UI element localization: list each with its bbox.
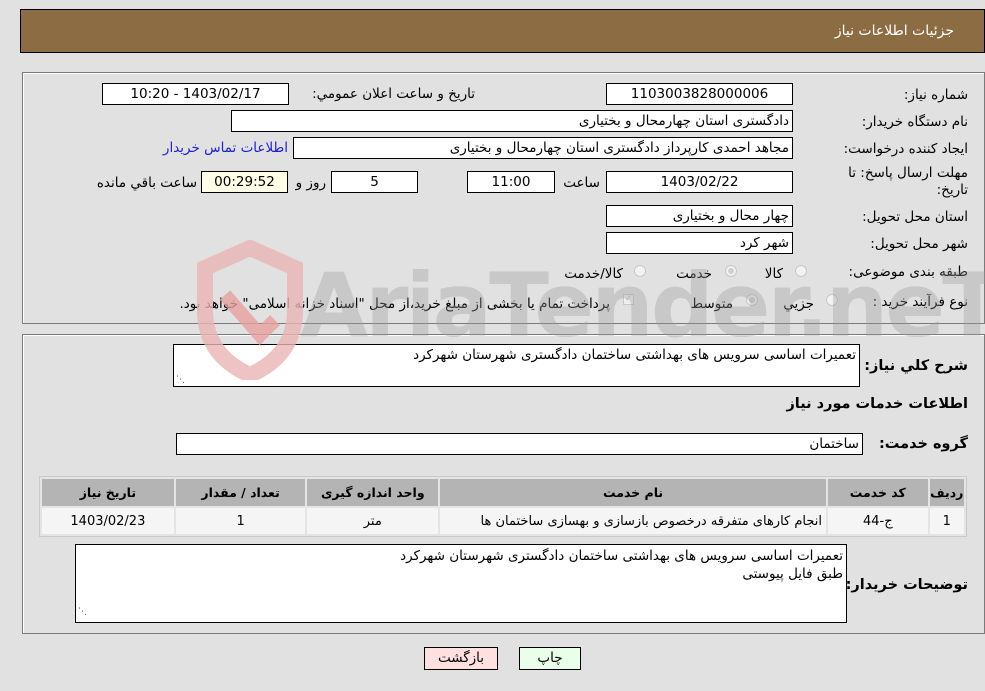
cell-quantity: 1 <box>175 508 306 534</box>
buyer-notes-textarea[interactable]: تعمیرات اساسی سرویس های بهداشتی ساختمان … <box>75 544 847 623</box>
deadline-label: مهلت ارسال پاسخ: تا تاریخ: <box>848 165 968 198</box>
resize-grip-icon[interactable]: ⋰ <box>176 375 185 385</box>
col-unit: واحد اندازه گیری <box>307 479 439 506</box>
cell-unit: متر <box>307 508 439 534</box>
summary-text: تعمیرات اساسی سرویس های بهداشتی ساختمان … <box>413 347 856 363</box>
category-radio-service[interactable] <box>725 265 737 277</box>
col-quantity: تعداد / مقدار <box>175 479 306 506</box>
col-service-code: کد خدمت <box>827 479 928 506</box>
back-button[interactable]: بازگشت <box>424 647 498 670</box>
need-number-field: 1103003828000006 <box>606 83 793 105</box>
cell-row-number: 1 <box>929 508 964 534</box>
creator-field: مجاهد احمدی کارپرداز دادگستری استان چهار… <box>293 137 793 159</box>
announce-datetime-field: 1403/02/17 - 10:20 <box>102 83 289 105</box>
col-row-number: ردیف <box>929 479 964 506</box>
buyer-contact-link[interactable]: اطلاعات تماس خریدار <box>163 140 288 156</box>
treasury-note: پرداخت تمام یا بخشی از مبلغ خرید،از محل … <box>179 296 610 312</box>
deadline-time-field: 11:00 <box>467 171 555 193</box>
category-radio-goods-service[interactable] <box>634 265 646 277</box>
process-option-minor: جزيي <box>783 296 814 312</box>
summary-label: شرح کلي نیاز: <box>864 358 968 374</box>
buyer-notes-line-2: طبق فایل پیوستی <box>742 566 843 582</box>
table-row: 1 ج-44 انجام کارهای متفرقه درخصوص بازساز… <box>42 508 964 534</box>
services-section-title: اطلاعات خدمات مورد نیاز <box>786 396 968 412</box>
process-radio-minor[interactable] <box>826 294 838 306</box>
province-field: چهار محال و بختیاری <box>606 205 793 227</box>
category-radio-goods[interactable] <box>795 265 807 277</box>
deadline-date-field: 1403/02/22 <box>606 171 793 193</box>
cell-need-date: 1403/02/23 <box>42 508 174 534</box>
buyer-notes-label: توضیحات خریدار: <box>845 577 968 593</box>
process-radio-medium[interactable] <box>746 294 758 306</box>
days-label: روز و <box>295 175 326 191</box>
cell-service-name: انجام کارهای متفرقه درخصوص بازسازی و بهس… <box>440 508 826 534</box>
resize-grip-icon[interactable]: ⋰ <box>78 603 87 621</box>
service-group-field: ساختمان <box>176 433 863 455</box>
city-label: شهر محل تحویل: <box>870 236 968 252</box>
process-option-medium: متوسط <box>690 296 733 312</box>
col-need-date: تاریخ نیاز <box>42 479 174 506</box>
process-type-label: نوع فرآیند خرید : <box>872 294 968 310</box>
category-option-goods: کالا <box>764 266 783 282</box>
city-field: شهر کرد <box>606 232 793 254</box>
print-button[interactable]: چاپ <box>519 647 581 670</box>
table-header-row: ردیف کد خدمت نام خدمت واحد اندازه گیری ت… <box>42 479 964 506</box>
creator-label: ایجاد کننده درخواست: <box>843 141 968 157</box>
province-label: استان محل تحویل: <box>862 209 968 225</box>
page-header: جزئیات اطلاعات نیاز <box>20 9 985 53</box>
buyer-org-label: نام دستگاه خریدار: <box>861 114 968 130</box>
deadline-time-label: ساعت <box>563 175 600 191</box>
page-title: جزئیات اطلاعات نیاز <box>834 23 954 39</box>
days-remaining-field: 5 <box>331 171 418 193</box>
cell-service-code: ج-44 <box>827 508 928 534</box>
services-table: ردیف کد خدمت نام خدمت واحد اندازه گیری ت… <box>39 476 967 537</box>
category-option-service: خدمت <box>676 266 712 282</box>
col-service-name: نام خدمت <box>440 479 826 506</box>
category-label: طبقه بندی موضوعی: <box>848 264 968 280</box>
buyer-notes-line-1: تعمیرات اساسی سرویس های بهداشتی ساختمان … <box>400 548 843 564</box>
summary-textarea[interactable]: تعمیرات اساسی سرویس های بهداشتی ساختمان … <box>173 344 860 387</box>
category-option-goods-service: کالا/خدمت <box>564 266 623 282</box>
need-number-label: شماره نیاز: <box>903 87 968 103</box>
remaining-time-label: ساعت باقي مانده <box>96 175 197 191</box>
remaining-time-field: 00:29:52 <box>201 171 288 193</box>
treasury-checkbox[interactable]: ✓ <box>623 294 634 305</box>
service-group-label: گروه خدمت: <box>878 436 968 452</box>
announce-label: تاریخ و ساعت اعلان عمومي: <box>312 86 475 102</box>
buyer-org-field: دادگستری استان چهارمحال و بختیاری <box>231 110 793 132</box>
